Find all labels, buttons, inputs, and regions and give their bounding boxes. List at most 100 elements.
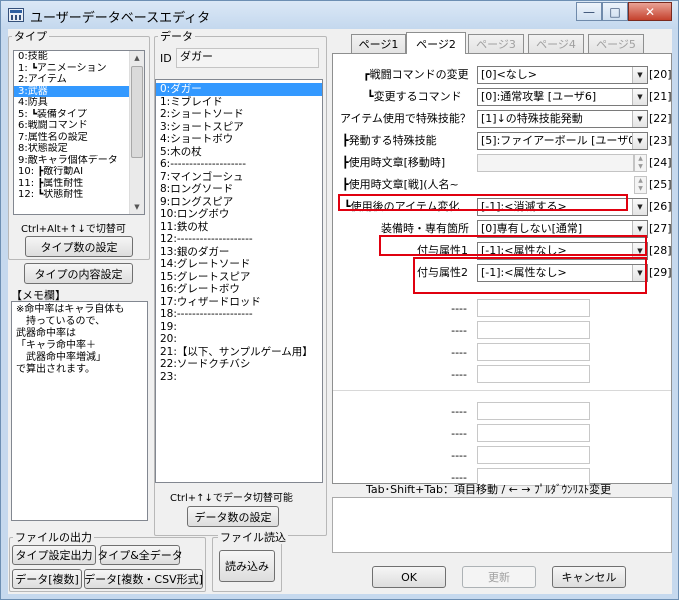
type-list-scrollbar[interactable]: ▲ ▼ [129,51,144,214]
data-csv-output-button[interactable]: データ[複数・CSV形式] [84,569,203,589]
tab-page1[interactable]: ページ1 [351,34,406,53]
data-list-item[interactable]: 5:木の杖 [156,146,322,159]
type-list-item[interactable]: 7:属性名の設定 [14,132,144,144]
data-list-item[interactable]: 15:グレートスピア [156,271,322,284]
type-list-item[interactable]: 11: ┣属性耐性 [14,178,144,190]
dropdown-arrow-icon[interactable]: ▼ [632,67,647,83]
data-list-item[interactable]: 16:グレートボウ [156,283,322,296]
read-button[interactable]: 読み込み [219,550,275,582]
field-number: [20] [649,68,672,81]
data-list-item[interactable]: 10:ロングボウ [156,208,322,221]
dropdown-arrow-icon[interactable]: ▼ [632,199,647,215]
tab-page2[interactable]: ページ2 [406,32,466,54]
empty-field-label: ---- [451,324,467,337]
memo-line: 武器命中率増減」 [16,352,106,363]
data-list-item[interactable]: 11:鉄の杖 [156,221,322,234]
change-command-select[interactable]: [0]:通常攻撃 [ユーザ6] ▼ [477,88,648,106]
type-list-item[interactable]: 0:技能 [14,51,144,63]
ok-button[interactable]: OK [372,566,446,588]
type-list-item[interactable]: 3:武器 [14,85,144,97]
type-list-item[interactable]: 5: ┗装備タイプ [14,109,144,121]
empty-field [477,343,590,361]
data-list-item[interactable]: 9:ロングスピア [156,196,322,209]
data-group-label: データ [158,30,195,43]
highlight-box-27 [379,235,647,256]
tab-page3[interactable]: ページ3 [468,34,524,53]
empty-field-label: ---- [451,368,467,381]
page2-panel: ┏戦闘コマンドの変更 [0]<なし> ▼ [20] ┗変更するコマンド [0]:通… [332,53,672,503]
data-list-item[interactable]: 22:ソードクチバシ [156,358,322,371]
scroll-thumb[interactable] [131,66,143,158]
dropdown-arrow-icon[interactable]: ▼ [632,133,647,149]
use-message-move-field[interactable] [477,154,634,172]
data-list-item[interactable]: 4:ショートボウ [156,133,322,146]
scroll-up-icon[interactable]: ▲ [130,51,144,65]
type-list-item[interactable]: 6:戦闘コマンド [14,120,144,132]
dropdown-arrow-icon[interactable]: ▼ [632,89,647,105]
update-button[interactable]: 更新 [462,566,536,588]
type-list-item[interactable]: 2:アイテム [14,74,144,86]
field-label: ┣使用時文章[戦](人名~ [342,178,459,191]
type-list-item[interactable]: 8:状態設定 [14,143,144,155]
tab-page5[interactable]: ページ5 [588,34,644,53]
memo-textarea[interactable]: ※命中率はキャラ自体も 持っているので、 武器命中率は 「キャラ命中率＋ 武器命中率… [11,301,148,521]
tab-page4[interactable]: ページ4 [528,34,584,53]
data-list-item[interactable]: 17:ウィザードロッド [156,296,322,309]
type-list-item[interactable]: 12: ┗状態耐性 [14,189,144,201]
field-number: [21] [649,90,672,103]
type-list-item[interactable]: 1: ┗アニメーション [14,63,144,75]
data-list-item[interactable]: 19: [156,321,322,334]
field-number: [28] [649,244,672,257]
field-label: ┏戦闘コマンドの変更 [363,68,469,81]
empty-field-label: ---- [451,449,467,462]
data-list[interactable]: 0:ダガー 1:ミブレイド 2:ショートソード 3:ショートスピア 4:ショートボウ 5:… [155,79,323,483]
use-message-battle-field[interactable] [477,176,634,194]
empty-field [477,402,590,420]
data-list-item[interactable]: 14:グレートソード [156,258,322,271]
type-all-data-output-button[interactable]: タイプ&全データ [97,545,183,565]
type-settings-output-button[interactable]: タイプ設定出力 [12,545,96,565]
data-list-item[interactable]: 21:【以下、サンプルゲーム用】 [156,346,322,359]
minimize-button[interactable]: — [576,2,602,21]
memo-line: 持っているので、 [16,316,106,327]
field-row-22: アイテム使用で特殊技能？ [1]↓の特殊技能発動 ▼ [22] [333,108,672,129]
data-list-item[interactable]: 23: [156,371,322,384]
data-list-item[interactable]: 3:ショートスピア [156,121,322,134]
trigger-skill-select[interactable]: [5]:ファイアーボール [ユーザ0] ▼ [477,132,648,150]
scroll-down-icon[interactable]: ▼ [130,200,144,214]
type-count-button[interactable]: タイプ数の設定 [25,236,133,257]
data-list-item[interactable]: 8:ロングソード [156,183,322,196]
app-icon [8,8,24,22]
field-number: [25] [649,178,672,191]
field-label: アイテム使用で特殊技能？ [340,112,471,125]
dropdown-arrow-icon[interactable]: ▼ [632,111,647,127]
title-bar[interactable]: ユーザーデータベースエディタ — □ ✕ [1,1,678,29]
type-list-item[interactable]: 9:敵キャラ個体データ [14,155,144,167]
type-list-item[interactable]: 4:防具 [14,97,144,109]
empty-field [477,321,590,339]
battle-command-change-select[interactable]: [0]<なし> ▼ [477,66,648,84]
empty-field [477,446,590,464]
data-list-item[interactable]: 6:-------------------- [156,158,322,171]
data-list-item[interactable]: 20: [156,333,322,346]
type-content-button[interactable]: タイプの内容設定 [24,263,133,284]
client-area: タイプ 0:技能 1: ┗アニメーション 2:アイテム 3:武器 4:防具 5: ┗装備タ… [8,29,672,594]
maximize-button[interactable]: □ [602,2,628,21]
close-button[interactable]: ✕ [628,2,672,21]
data-list-item[interactable]: 18:-------------------- [156,308,322,321]
data-list-item[interactable]: 2:ショートソード [156,108,322,121]
type-list-item[interactable]: 10: ┣敵行動AI [14,166,144,178]
item-use-skill-select[interactable]: [1]↓の特殊技能発動 ▼ [477,110,648,128]
highlight-box-25 [338,194,628,211]
data-list-item[interactable]: 13:銀のダガー [156,246,322,259]
memo-line: で算出されます。 [16,364,95,375]
cancel-button[interactable]: キャンセル [552,566,626,588]
data-list-item[interactable]: 1:ミブレイド [156,96,322,109]
data-multi-output-button[interactable]: データ[複数] [12,569,82,589]
data-list-item[interactable]: 7:マインゴーシュ [156,171,322,184]
type-list[interactable]: 0:技能 1: ┗アニメーション 2:アイテム 3:武器 4:防具 5: ┗装備タイプ 6:… [13,50,145,215]
id-name-field[interactable]: ダガー [176,48,319,68]
data-list-item[interactable]: 0:ダガー [156,83,322,96]
data-count-button[interactable]: データ数の設定 [187,506,279,527]
data-list-item[interactable]: 12:-------------------- [156,233,322,246]
